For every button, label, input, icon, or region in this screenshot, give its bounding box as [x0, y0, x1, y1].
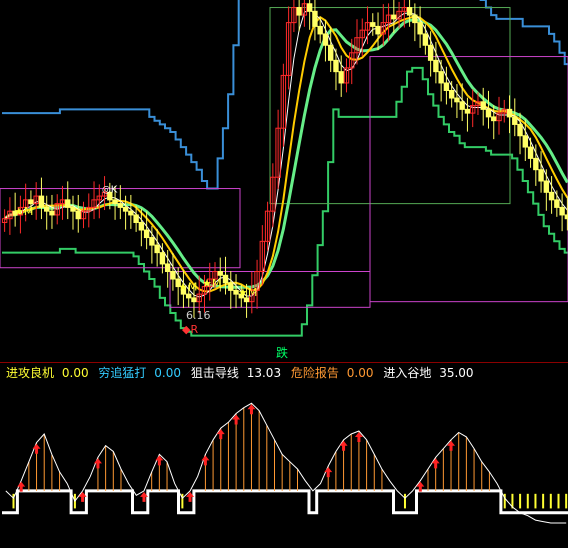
candle-body [506, 108, 513, 118]
star-marker: ★M [202, 277, 221, 290]
candle-body [527, 146, 534, 159]
channel-box [369, 56, 568, 303]
candle-body [170, 271, 176, 280]
candle-body [322, 33, 329, 46]
indicator-chart[interactable] [0, 382, 568, 548]
candle-body [133, 214, 139, 223]
indicator-label: 穷追猛打 [98, 366, 147, 380]
candle-body [375, 25, 381, 35]
candle-body [443, 82, 450, 92]
candle-body [464, 108, 471, 114]
star-marker: ★M [14, 205, 33, 218]
candle-body [454, 97, 460, 103]
candle-body [317, 25, 323, 35]
indicator-valley: 进入谷地: 35.00 [383, 366, 474, 380]
indicator-snipe-line: 狙击导线: 13.03 [190, 366, 282, 380]
candle-body [164, 263, 171, 273]
candle-body [44, 206, 50, 212]
candle-body [328, 44, 334, 61]
candle-body [296, 7, 302, 16]
k-marker: ◎K [102, 185, 118, 196]
candle-body [422, 33, 429, 46]
candle-body [417, 22, 423, 35]
candle-body [333, 59, 339, 73]
candle-body [554, 199, 560, 208]
fall-signal-label: 跌 [276, 346, 289, 360]
indicator-danger: 危险报告: 0.00 [290, 366, 374, 380]
buy-arrow [339, 440, 348, 451]
candle-body [75, 210, 81, 220]
candle-body [438, 71, 444, 84]
indicator-label: 进入谷地 [383, 366, 432, 380]
candle-body [512, 116, 518, 125]
indicator-value: 35.00 [439, 366, 474, 380]
buy-arrow [201, 455, 210, 466]
buy-arrow [216, 429, 225, 440]
candle-body [485, 108, 492, 118]
star-marker: ★M [238, 286, 257, 299]
candle-body [186, 293, 192, 299]
candle-body [138, 221, 145, 231]
indicator-label: 进攻良机 [6, 366, 55, 380]
candle-body [459, 101, 465, 110]
indicator-value: 13.03 [246, 366, 282, 380]
candle-body [412, 14, 418, 24]
r-marker: ◆R [182, 323, 198, 336]
candle-body [517, 123, 523, 137]
indicator-value: 0.00 [346, 366, 374, 380]
candle-body [559, 206, 565, 216]
candle-body [70, 206, 76, 212]
candle-body [491, 116, 497, 122]
valley-baseline [2, 489, 568, 515]
candle-body [117, 203, 124, 208]
candle-body [149, 237, 155, 246]
candle-body [191, 297, 197, 303]
candle-body [65, 199, 71, 208]
candle-body [159, 252, 166, 265]
indicator-legend: 进攻良机: 0.00 穷追猛打: 0.00 狙击导线: 13.03 危险报告: … [0, 364, 568, 382]
candle-body [548, 191, 555, 201]
candle-body [538, 169, 544, 182]
indicator-value: 0.00 [61, 366, 89, 380]
indicator-label: 危险报告 [290, 366, 339, 380]
candle-body [122, 206, 129, 212]
indicator-attack: 进攻良机: 0.00 [6, 366, 89, 380]
candle-body [112, 199, 118, 205]
candle-body [480, 101, 486, 110]
candle-body [143, 229, 150, 239]
candle-body [522, 135, 528, 148]
candle-body [128, 210, 134, 216]
candle-body [391, 14, 397, 20]
candle-body [338, 71, 344, 84]
buy-arrow [431, 458, 440, 469]
candle-body [306, 3, 313, 12]
indicator-value: 0.00 [154, 366, 182, 380]
candle-body [228, 282, 234, 291]
candlestick-chart[interactable]: ★M ★M ★M ★M ◎K 6.16◆R [0, 0, 568, 362]
indicator-pursue: 穷追猛打: 0.00 [98, 366, 182, 380]
candle-body [433, 59, 439, 73]
panel-divider [0, 362, 568, 363]
indicator-label: 狙击导线 [190, 366, 239, 380]
candle-body [312, 10, 318, 27]
buy-arrow [32, 443, 41, 454]
candle-body [154, 244, 160, 254]
candle-body [49, 210, 55, 216]
candle-body [533, 157, 539, 171]
candle-body [406, 7, 413, 16]
candle-body [427, 44, 434, 61]
candle-body [222, 274, 229, 284]
candle-body [28, 199, 34, 205]
candle-body [370, 22, 376, 27]
candle-body [38, 195, 45, 208]
candle-body [543, 180, 550, 193]
candle-body [448, 90, 455, 99]
candle-body [217, 271, 223, 276]
low-price-label: 6.16 [186, 309, 211, 322]
star-marker: ★M [178, 281, 197, 294]
